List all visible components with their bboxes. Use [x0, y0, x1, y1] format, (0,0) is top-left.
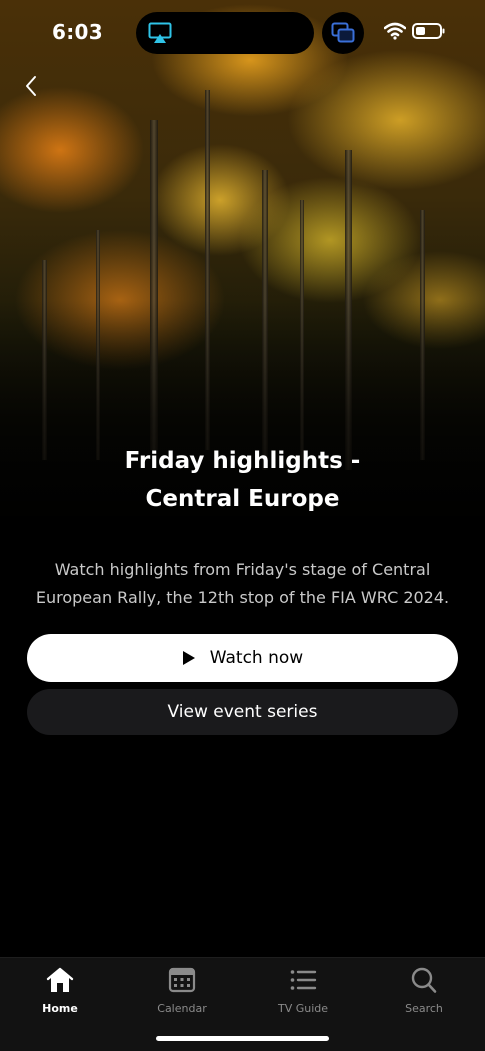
home-icon: [46, 967, 74, 992]
tab-calendar-label: Calendar: [157, 1002, 207, 1015]
tab-search[interactable]: Search: [379, 966, 469, 1022]
wifi-icon: [384, 22, 406, 40]
view-event-series-label: View event series: [167, 702, 318, 722]
search-icon: [411, 967, 437, 993]
list-icon: [290, 970, 317, 990]
status-bar: 6:03: [0, 0, 485, 62]
dynamic-island[interactable]: [136, 12, 314, 54]
airplay-icon: [148, 22, 172, 43]
tab-tv-guide-label: TV Guide: [277, 1002, 329, 1015]
event-description: Watch highlights from Friday's stage of …: [35, 560, 450, 607]
pip-indicator[interactable]: [322, 12, 364, 54]
tab-calendar[interactable]: Calendar: [137, 966, 227, 1022]
tab-home-label: Home: [42, 1002, 78, 1015]
view-event-series-button[interactable]: View event series: [27, 689, 458, 735]
calendar-icon: [168, 967, 196, 993]
status-time: 6:03: [52, 20, 103, 44]
title-line-1: Friday highlights -: [124, 448, 361, 474]
title-line-2: Central Europe: [145, 486, 340, 512]
page-title: Friday highlights - Central Europe: [0, 442, 485, 518]
chevron-left-icon: [26, 76, 36, 96]
home-indicator[interactable]: [156, 1036, 329, 1041]
tab-tv-guide[interactable]: TV Guide: [258, 966, 348, 1022]
tab-search-label: Search: [405, 1002, 443, 1015]
picture-in-picture-icon: [331, 22, 355, 43]
back-button[interactable]: [14, 68, 48, 104]
watch-now-label: Watch now: [209, 648, 304, 668]
battery-icon: [412, 23, 445, 39]
tab-home[interactable]: Home: [15, 966, 105, 1022]
play-icon: [182, 651, 195, 665]
watch-now-button[interactable]: Watch now: [27, 634, 458, 682]
